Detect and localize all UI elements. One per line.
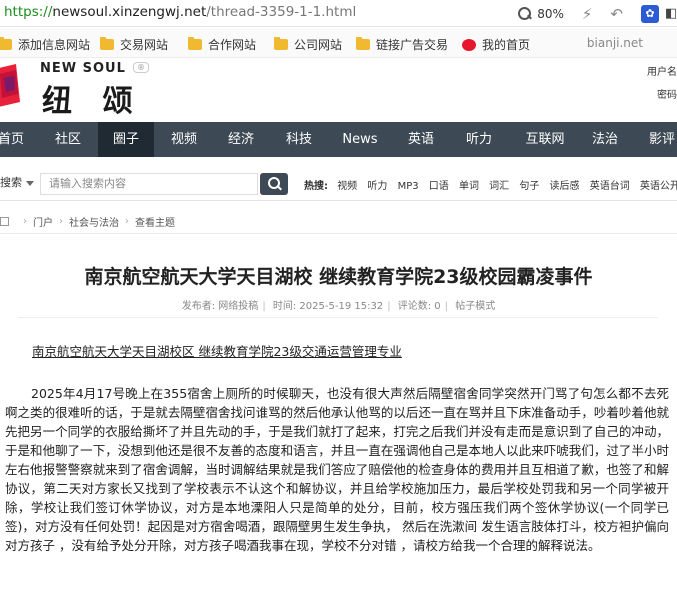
paw-icon[interactable]: ✿ (641, 4, 659, 23)
meta-comments: 评论数: 0 (397, 301, 441, 312)
url-path: /thread-3359-1-1.html (206, 4, 357, 20)
address-bar[interactable]: https://newsoul.xinzengwj.net/thread-335… (0, 0, 677, 27)
bookmark-item[interactable]: 交易网站 (100, 36, 168, 53)
bookmark-item[interactable]: 链接广告交易 (356, 36, 448, 53)
folder-icon (100, 37, 114, 50)
meta-author[interactable]: 发布者: 网络投稿 (182, 301, 259, 312)
extension-icon[interactable]: ◧ (665, 6, 677, 21)
article-meta: 发布者: 网络投稿 | 时间: 2025-5-19 15:32 | 评论数: 0 | … (181, 301, 496, 312)
nav-item-english[interactable]: 英语 (397, 122, 445, 157)
nav-item-law[interactable]: 法治 (583, 122, 627, 157)
folder-icon (356, 37, 370, 50)
site-header: NEW SOUL ® 纽 颂 用户名 密码 (0, 58, 677, 122)
bookmark-item[interactable]: 添加信息网站 (0, 36, 90, 53)
nav-item-home[interactable]: 首页 (0, 122, 26, 157)
hot-search-item[interactable]: 单词 (459, 181, 479, 192)
bookmark-bianji[interactable]: bianji.net (587, 36, 643, 50)
bookmark-item[interactable]: 合作网站 (188, 36, 256, 53)
article-body: 2025年4月17号晚上在355宿舍上厕所的时候聊天，也没有很大声然后隔壁宿舍同… (5, 386, 669, 553)
hot-search-item[interactable]: 口语 (429, 181, 449, 192)
article-lead: 南京航空航天大学天目湖校区 继续教育学院23级交通运营管理专业 (32, 344, 402, 359)
nav-item-circle[interactable]: 圈子 (98, 122, 154, 157)
hot-search-item[interactable]: 英语公开课 (640, 181, 677, 192)
folder-icon (188, 37, 202, 50)
logo-text-cn[interactable]: 纽 颂 (42, 76, 142, 120)
search-bar: 搜索 请输入搜索内容 热搜: 视频 听力 MP3 口语 单词 词汇 句子 读后感… (0, 163, 677, 201)
hot-search-item[interactable]: 词汇 (489, 181, 509, 192)
url-text[interactable]: https://newsoul.xinzengwj.net/thread-335… (4, 4, 356, 20)
zoom-icon[interactable] (517, 6, 533, 22)
url-host: newsoul.xinzengwj.net (52, 4, 207, 20)
undo-icon[interactable]: ↶ (610, 5, 623, 23)
folder-icon (0, 37, 12, 50)
divider (18, 317, 658, 318)
nav-item-community[interactable]: 社区 (44, 122, 92, 157)
hot-search-item[interactable]: 英语台词 (590, 181, 630, 192)
search-button[interactable] (260, 173, 288, 195)
lightning-icon[interactable]: ⚡ (582, 5, 593, 23)
article-title: 南京航空航天大学天目湖校 继续教育学院23级校园霸凌事件 (84, 266, 593, 288)
weibo-icon (462, 38, 476, 51)
breadcrumb: › 门户 › 社会与法治 › 查看主题 (0, 214, 175, 229)
nav-item-review[interactable]: 影评 (637, 122, 677, 157)
search-type-select[interactable]: 搜索 (0, 174, 34, 190)
bookmark-item[interactable]: 公司网站 (274, 36, 342, 53)
hot-search-item[interactable]: 视频 (337, 181, 357, 192)
nav-item-economy[interactable]: 经济 (217, 122, 265, 157)
bookmark-item[interactable]: 我的首页 (462, 36, 530, 53)
hot-search-item[interactable]: 听力 (367, 181, 387, 192)
logo-icon[interactable] (0, 64, 22, 108)
breadcrumb-portal[interactable]: 门户 (33, 214, 53, 229)
nav-item-listening[interactable]: 听力 (455, 122, 503, 157)
main-nav: 首页 社区 圈子 视频 经济 科技 News 英语 听力 互联网 法治 影评 (0, 122, 677, 157)
password-field[interactable]: 密码 (657, 86, 677, 101)
nav-item-internet[interactable]: 互联网 (515, 122, 575, 157)
logo-badge: ® (133, 62, 149, 73)
nav-item-video[interactable]: 视频 (160, 122, 208, 157)
chevron-down-icon (26, 180, 34, 186)
breadcrumb-current: 查看主题 (135, 218, 175, 229)
search-input[interactable]: 请输入搜索内容 (40, 173, 258, 195)
meta-post-mode[interactable]: 帖子模式 (455, 301, 495, 312)
hot-search-item[interactable]: MP3 (398, 181, 419, 192)
hot-search-item[interactable]: 读后感 (550, 181, 580, 192)
meta-time: 时间: 2025-5-19 15:32 (272, 301, 384, 312)
folder-icon (274, 37, 288, 50)
username-field[interactable]: 用户名 (647, 63, 677, 78)
hot-search-item[interactable]: 句子 (519, 181, 539, 192)
url-protocol: https:// (4, 4, 53, 20)
bookmarks-bar: 添加信息网站 交易网站 合作网站 公司网站 链接广告交易 我的首页 bianji… (0, 28, 677, 58)
divider (0, 233, 677, 234)
breadcrumb-society-law[interactable]: 社会与法治 (69, 214, 119, 229)
home-icon[interactable] (0, 217, 9, 226)
nav-item-tech[interactable]: 科技 (275, 122, 323, 157)
hot-search-label: 热搜: (304, 181, 328, 192)
nav-item-news[interactable]: News (334, 122, 386, 157)
hot-search-list: 热搜: 视频 听力 MP3 口语 单词 词汇 句子 读后感 英语台词 英语公开课… (304, 177, 677, 192)
zoom-level[interactable]: 80% (537, 7, 564, 21)
logo-text-en[interactable]: NEW SOUL (40, 61, 126, 76)
